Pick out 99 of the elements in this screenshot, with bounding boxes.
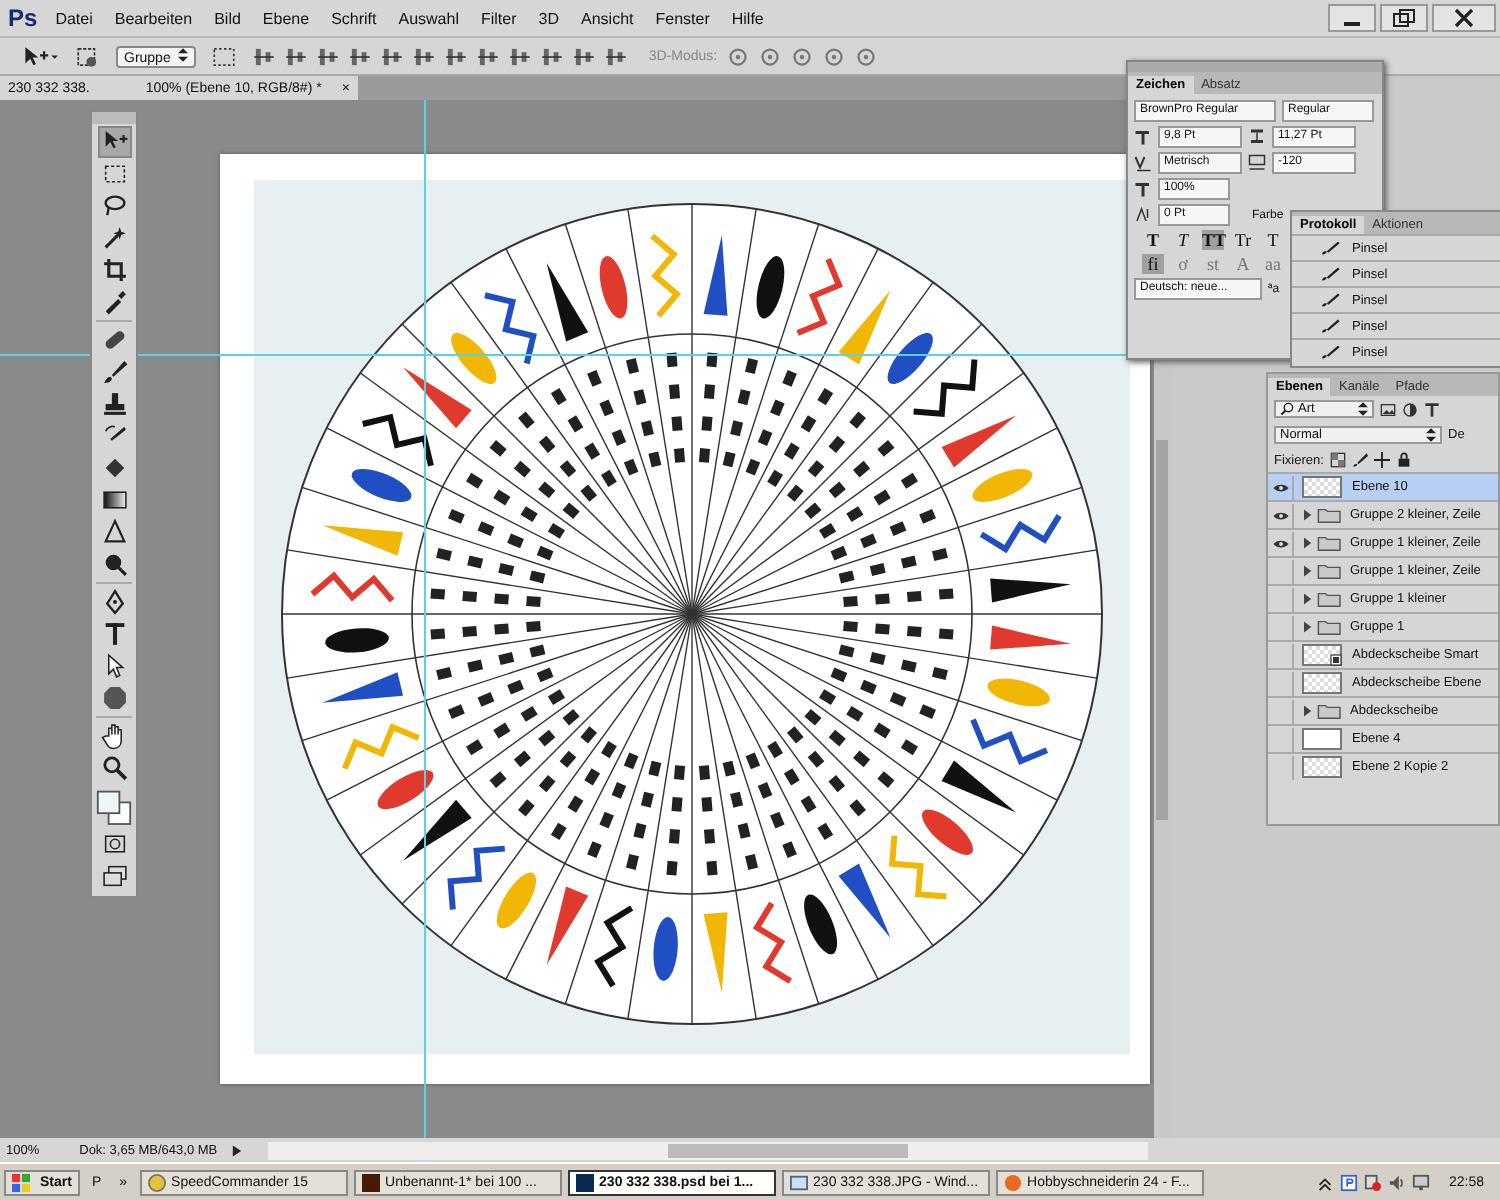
search-icon: [1280, 402, 1294, 416]
app-icon: [575, 1173, 594, 1191]
type-style-button[interactable]: T: [1142, 230, 1164, 250]
brush-icon: [1320, 240, 1340, 256]
baseline-shift-icon: [1134, 206, 1152, 224]
menu-item[interactable]: Datei: [55, 9, 93, 27]
brush-icon: [1320, 266, 1340, 282]
lock-position-icon[interactable]: [1373, 452, 1390, 468]
status-menu-icon[interactable]: [229, 1143, 244, 1157]
speaker-icon[interactable]: [1388, 1173, 1407, 1191]
group-folder-icon[interactable]: [1300, 534, 1344, 552]
monitor-icon[interactable]: [1412, 1173, 1431, 1191]
align-icon[interactable]: [540, 43, 565, 69]
adjustment-filter-icon[interactable]: [1402, 401, 1418, 417]
lasso-tool-icon[interactable]: [99, 192, 129, 220]
type-style-button[interactable]: T: [1172, 230, 1194, 250]
zoom-tool-icon[interactable]: [99, 754, 129, 782]
app-icon: [147, 1173, 166, 1191]
menu-item[interactable]: Auswahl: [398, 9, 459, 27]
group-folder-icon[interactable]: [1300, 506, 1344, 524]
group-folder-icon[interactable]: [1300, 590, 1344, 608]
type-style-button[interactable]: Tr: [1232, 230, 1254, 250]
move-tool-icon[interactable]: [20, 43, 60, 69]
group-folder-icon[interactable]: [1300, 702, 1344, 720]
3d-tool-icon[interactable]: [821, 43, 846, 69]
align-icon[interactable]: [412, 43, 437, 69]
opentype-button[interactable]: fi: [1142, 254, 1164, 274]
app-icon: [361, 1173, 380, 1191]
menu-item[interactable]: Filter: [480, 9, 517, 27]
align-icon[interactable]: [380, 43, 405, 69]
layer-thumbnail: [1302, 644, 1342, 666]
type-style-button[interactable]: T: [1262, 230, 1284, 250]
align-icon[interactable]: [604, 43, 629, 69]
menu-item[interactable]: Hilfe: [731, 9, 764, 27]
restore-icon[interactable]: [1380, 4, 1428, 32]
crop-tool-icon[interactable]: [99, 256, 129, 284]
marquee-tool-icon[interactable]: [99, 160, 129, 188]
3d-tool-icon[interactable]: [757, 43, 782, 69]
layer-thumbnail: [1302, 756, 1342, 778]
wand-tool-icon[interactable]: [99, 224, 129, 252]
kerning-icon: [1134, 154, 1152, 172]
layer-thumbnail: [1302, 476, 1342, 498]
type-filter-icon[interactable]: [1424, 401, 1440, 417]
horizontal-scrollbar[interactable]: [667, 1143, 908, 1157]
tracking-icon: [1248, 154, 1266, 172]
menu-item[interactable]: Fenster: [655, 9, 710, 27]
close-icon[interactable]: [1432, 4, 1496, 32]
type-style-button[interactable]: TT: [1202, 230, 1224, 250]
layer-thumbnail: [1302, 672, 1342, 694]
quick-mask-icon[interactable]: [99, 830, 129, 858]
align-icon[interactable]: [572, 43, 597, 69]
align-icon[interactable]: [348, 43, 373, 69]
menu-item[interactable]: Schrift: [331, 9, 377, 27]
app-logo: Ps: [8, 4, 38, 32]
app-icon: [789, 1173, 808, 1191]
vertical-scale-icon: [1134, 180, 1152, 198]
align-icon[interactable]: [284, 43, 309, 69]
layer-thumbnail: [1302, 728, 1342, 750]
lock-transparency-icon[interactable]: [1329, 452, 1346, 468]
minimize-icon[interactable]: [1328, 4, 1376, 32]
eye-icon[interactable]: [1271, 509, 1289, 521]
move-tool-icon[interactable]: [99, 128, 129, 156]
vertical-scrollbar[interactable]: [1156, 440, 1168, 820]
align-icon[interactable]: [444, 43, 469, 69]
color-swatches-icon[interactable]: [96, 786, 132, 826]
eye-icon[interactable]: [1271, 537, 1289, 549]
3d-tool-icon[interactable]: [853, 43, 878, 69]
leading-icon: [1248, 128, 1266, 146]
menu-item[interactable]: Bearbeiten: [114, 9, 193, 27]
windows-logo-icon: [12, 1173, 30, 1191]
3d-tool-icon[interactable]: [725, 43, 750, 69]
stamp-tool-icon[interactable]: [99, 390, 129, 418]
align-icon[interactable]: [252, 43, 277, 69]
image-filter-icon[interactable]: [1380, 401, 1396, 417]
brush-icon: [1320, 344, 1340, 360]
brush-icon: [1320, 292, 1340, 308]
align-icon[interactable]: [316, 43, 341, 69]
tray-expand-icon[interactable]: [1316, 1173, 1335, 1191]
screen-mode-icon[interactable]: [99, 862, 129, 890]
network-warning-icon[interactable]: [1364, 1173, 1383, 1191]
3d-tool-icon[interactable]: [789, 43, 814, 69]
gradient-tool-icon[interactable]: [99, 486, 129, 514]
menu-item[interactable]: Ebene: [262, 9, 310, 27]
shape-tool-icon[interactable]: [99, 684, 129, 712]
lock-brush-icon[interactable]: [1351, 452, 1368, 468]
font-size-icon: [1134, 128, 1152, 146]
align-icon[interactable]: [476, 43, 501, 69]
menu-item[interactable]: Ansicht: [581, 9, 634, 27]
align-icon[interactable]: [508, 43, 533, 69]
brush-tool-icon[interactable]: [99, 358, 129, 386]
app-icon: [1003, 1173, 1022, 1191]
brush-icon: [1320, 318, 1340, 334]
tray-app-icon[interactable]: [1340, 1173, 1359, 1191]
lock-icon[interactable]: [1395, 452, 1412, 468]
group-folder-icon[interactable]: [1300, 562, 1344, 580]
menu-item[interactable]: Bild: [214, 9, 241, 27]
eye-icon[interactable]: [1271, 481, 1289, 493]
menu-item[interactable]: 3D: [538, 9, 559, 27]
group-folder-icon[interactable]: [1300, 618, 1344, 636]
